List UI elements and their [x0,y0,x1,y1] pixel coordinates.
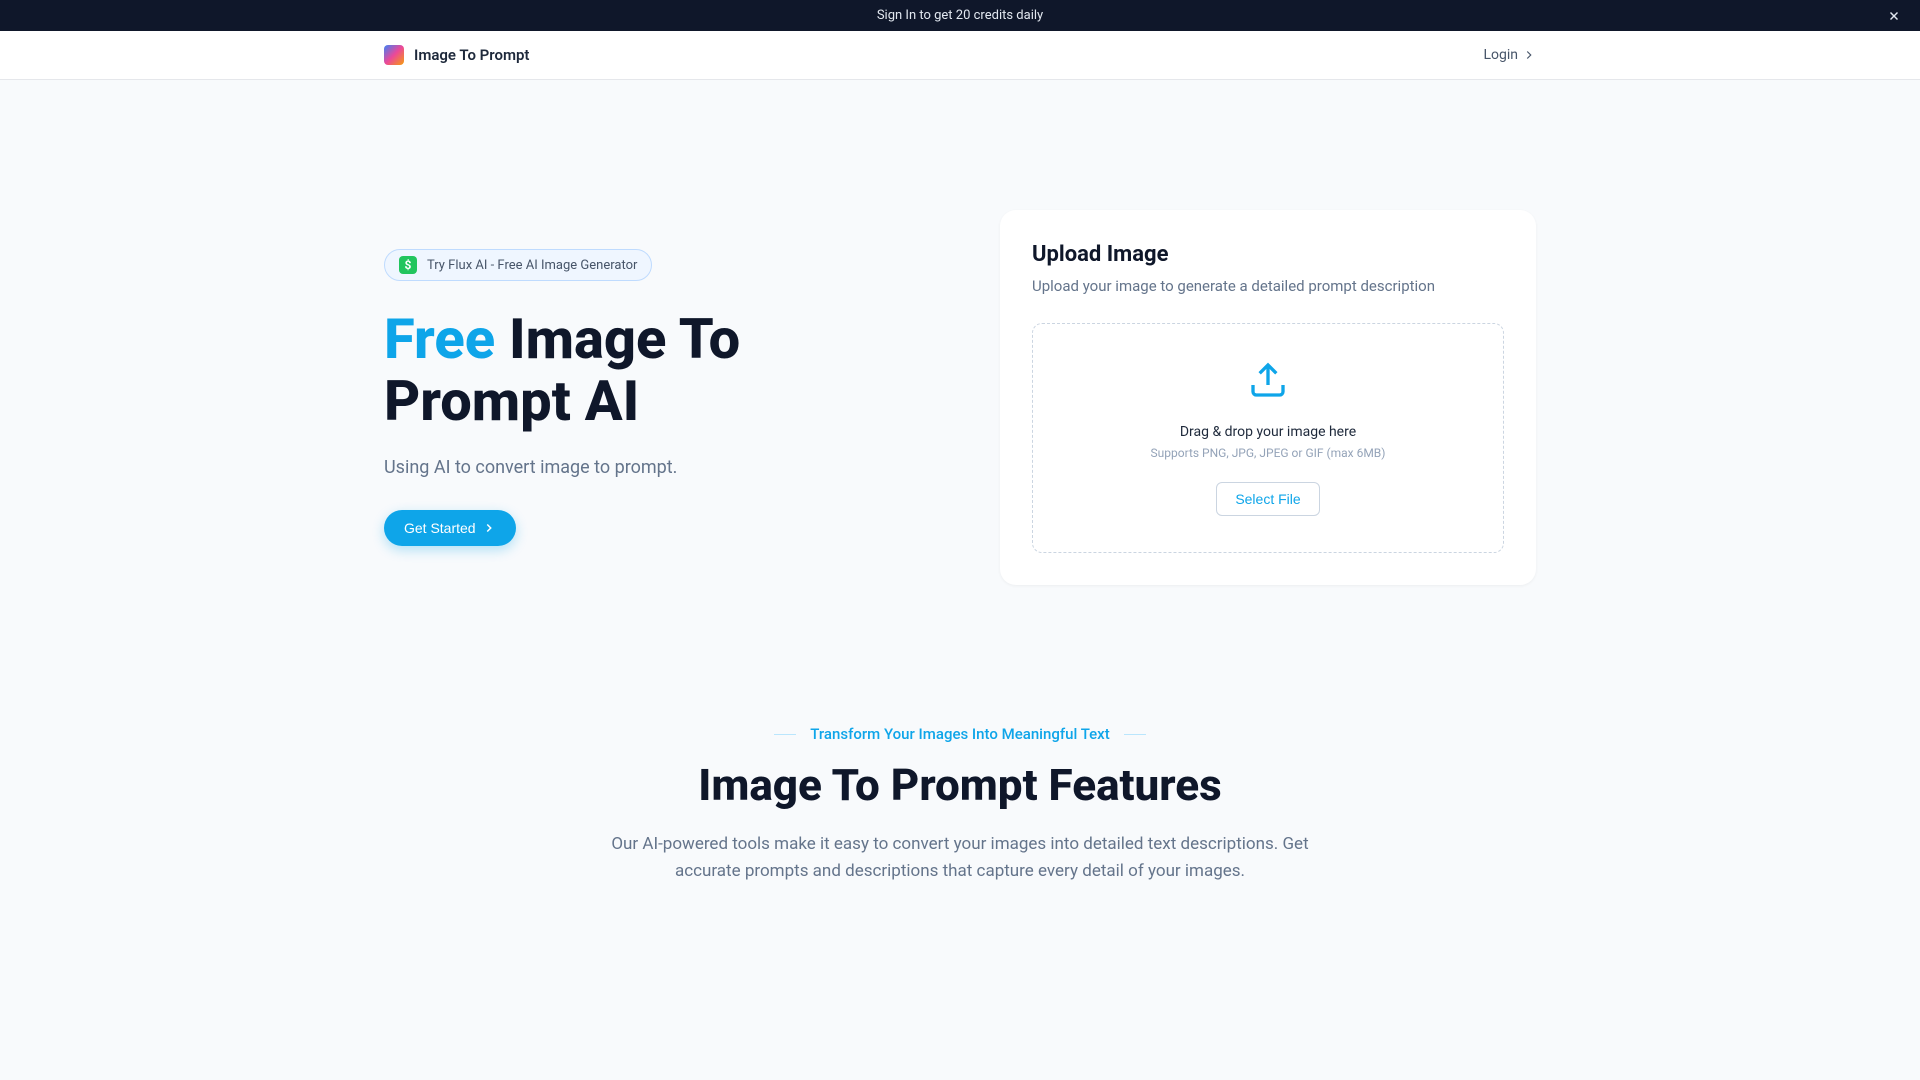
cta-label: Get Started [404,520,476,536]
brand-logo[interactable]: Image To Prompt [384,45,529,65]
main-header: Image To Prompt Login [0,31,1920,80]
features-subtitle: Our AI-powered tools make it easy to con… [600,831,1320,885]
dropzone-hint: Supports PNG, JPG, JPEG or GIF (max 6MB) [1053,446,1483,460]
hero-section: $ Try Flux AI - Free AI Image Generator … [360,80,1560,665]
upload-subtitle: Upload your image to generate a detailed… [1032,277,1504,295]
upload-icon [1248,360,1288,400]
pill-icon: $ [399,256,417,274]
hero-title-accent: Free [384,306,495,372]
login-link[interactable]: Login [1483,47,1536,63]
section-eyebrow: Transform Your Images Into Meaningful Te… [534,725,1386,743]
eyebrow-text: Transform Your Images Into Meaningful Te… [810,725,1109,743]
login-label: Login [1483,47,1518,63]
upload-title: Upload Image [1032,242,1504,267]
divider-line [1124,734,1146,735]
brand-name: Image To Prompt [414,46,529,64]
get-started-button[interactable]: Get Started [384,510,516,546]
hero-title: Free Image To Prompt AI [384,309,900,432]
chevron-right-icon [482,521,496,535]
features-title: Image To Prompt Features [534,759,1386,811]
divider-line [774,734,796,735]
banner-text: Sign In to get 20 credits daily [877,8,1043,23]
logo-icon [384,45,404,65]
promo-banner: Sign In to get 20 credits daily [0,0,1920,31]
pill-label: Try Flux AI - Free AI Image Generator [427,258,637,273]
promo-pill[interactable]: $ Try Flux AI - Free AI Image Generator [384,249,652,281]
upload-card: Upload Image Upload your image to genera… [1000,210,1536,585]
dropzone-text: Drag & drop your image here [1053,424,1483,440]
chevron-right-icon [1522,48,1536,62]
features-section: Transform Your Images Into Meaningful Te… [510,665,1410,945]
dropzone[interactable]: Drag & drop your image here Supports PNG… [1032,323,1504,553]
close-icon[interactable] [1884,6,1904,26]
select-file-button[interactable]: Select File [1216,482,1319,516]
hero-subtitle: Using AI to convert image to prompt. [384,457,900,478]
